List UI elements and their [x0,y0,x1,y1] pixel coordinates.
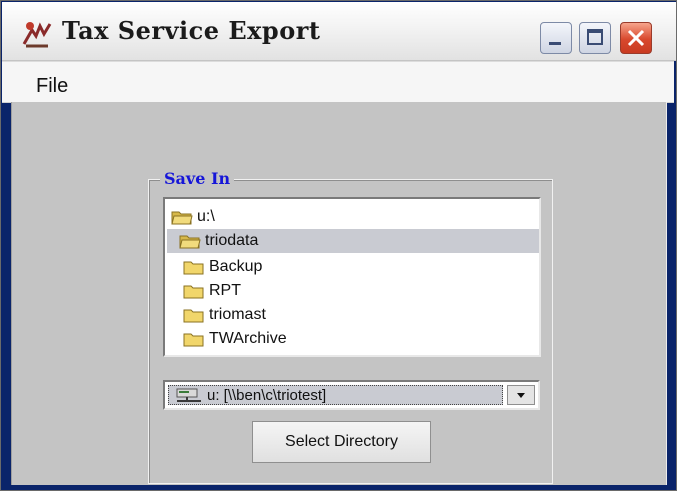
folder-icon [183,309,204,323]
folder-open-icon [171,211,193,225]
drive-select-label: u: [\\ben\c\triotest] [207,386,327,404]
directory-item-triodata[interactable]: triodata [167,229,539,253]
drive-select-value[interactable]: u: [\\ben\c\triotest] [168,385,503,405]
close-icon [627,29,645,47]
directory-item-rpt[interactable]: RPT [183,279,241,303]
drive-select[interactable]: u: [\\ben\c\triotest] [163,380,540,410]
maximize-icon [587,29,603,45]
folder-open-icon [179,235,201,249]
close-button[interactable] [620,22,652,54]
menu-bar: File [2,61,674,103]
save-in-label: Save In [160,169,235,188]
network-drive-icon [176,388,201,402]
title-bar[interactable]: Tax Service Export [2,2,676,61]
menu-file[interactable]: File [36,75,68,98]
folder-icon [183,261,204,275]
folder-icon [183,285,204,299]
directory-item-root[interactable]: u:\ [171,205,215,229]
directory-item-label: triomast [209,306,266,323]
select-directory-button[interactable]: Select Directory [252,421,431,463]
directory-item-label: Backup [209,258,263,275]
directory-item-backup[interactable]: Backup [183,255,262,279]
dropdown-arrow-button[interactable] [507,385,535,405]
maximize-button[interactable] [579,22,611,54]
directory-item-label: u:\ [197,208,215,225]
directory-item-label: TWArchive [209,330,287,347]
directory-item-triomast[interactable]: triomast [183,303,266,327]
directory-listbox[interactable]: u:\ triodata Backup RPT triomast TWArchi… [163,197,541,357]
window-title: Tax Service Export [62,16,321,45]
minimize-icon [549,42,561,45]
directory-item-label: triodata [205,232,259,249]
directory-item-label: RPT [209,282,241,299]
chevron-down-icon [517,393,525,398]
folder-icon [183,333,204,347]
minimize-button[interactable] [540,22,572,54]
directory-item-twarchive[interactable]: TWArchive [183,327,287,351]
tax-app-icon [22,22,52,48]
